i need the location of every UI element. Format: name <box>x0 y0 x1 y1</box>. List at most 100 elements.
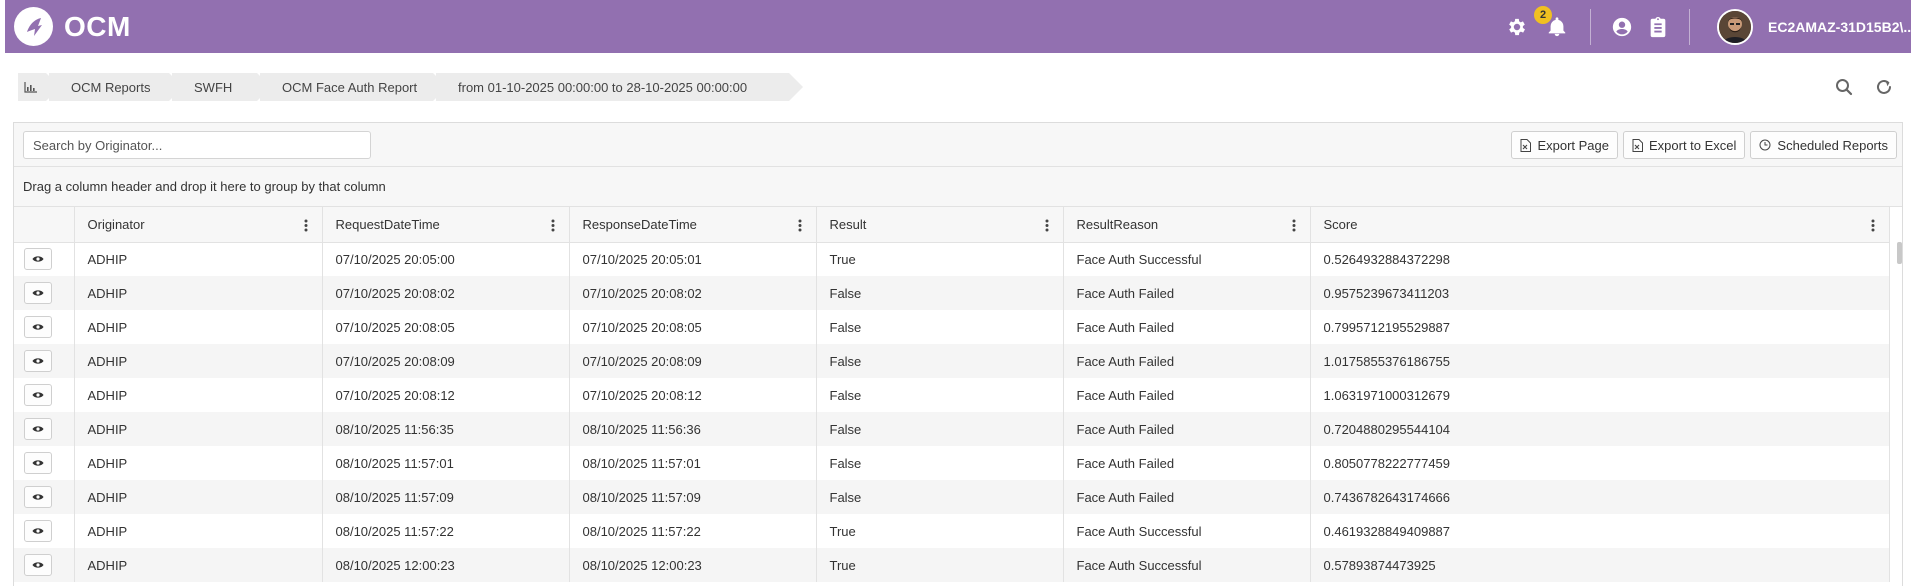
clipboard-icon[interactable] <box>1645 14 1671 40</box>
cell-response-datetime: 08/10/2025 11:57:09 <box>569 480 817 514</box>
view-row-button[interactable] <box>24 316 52 338</box>
user-name[interactable]: EC2AMAZ-31D15B2\... <box>1768 19 1911 35</box>
cell-response-datetime: 07/10/2025 20:08:12 <box>569 378 817 412</box>
column-menu-icon[interactable] <box>300 217 312 233</box>
cell-originator: ADHIP <box>74 344 323 378</box>
column-menu-icon[interactable] <box>1041 217 1053 233</box>
cell-result: False <box>816 310 1064 344</box>
table-row: ADHIP 07/10/2025 20:08:12 07/10/2025 20:… <box>14 378 1890 412</box>
cell-score: 0.9575239673411203 <box>1310 276 1890 310</box>
eye-icon <box>32 426 44 432</box>
column-header-response-datetime[interactable]: ResponseDateTime <box>569 207 817 243</box>
group-drop-zone[interactable]: Drag a column header and drop it here to… <box>14 167 1902 207</box>
breadcrumb-home[interactable] <box>18 73 60 101</box>
column-menu-icon[interactable] <box>1288 217 1300 233</box>
eye-icon <box>32 324 44 330</box>
cell-result: False <box>816 344 1064 378</box>
column-menu-icon[interactable] <box>1867 217 1879 233</box>
cell-request-datetime: 07/10/2025 20:05:00 <box>322 242 570 276</box>
cell-result-reason: Face Auth Failed <box>1063 446 1311 480</box>
breadcrumb-item-ocm-reports[interactable]: OCM Reports <box>49 73 183 101</box>
eye-icon <box>32 494 44 500</box>
breadcrumb-item-swfh[interactable]: SWFH <box>172 73 271 101</box>
cell-result: True <box>816 514 1064 548</box>
vertical-scrollbar[interactable] <box>1897 242 1902 264</box>
cell-result-reason: Face Auth Failed <box>1063 344 1311 378</box>
search-input[interactable] <box>23 131 371 159</box>
scheduled-reports-button[interactable]: Scheduled Reports <box>1750 131 1897 159</box>
data-table: Originator RequestDateTime ResponseDateT… <box>14 207 1890 582</box>
user-circle-icon[interactable] <box>1609 14 1635 40</box>
cell-response-datetime: 07/10/2025 20:08:02 <box>569 276 817 310</box>
cell-request-datetime: 08/10/2025 11:57:22 <box>322 514 570 548</box>
column-header-originator[interactable]: Originator <box>74 207 323 243</box>
cell-result: True <box>816 242 1064 276</box>
divider <box>1689 8 1690 45</box>
view-row-button[interactable] <box>24 418 52 440</box>
table-row: ADHIP 08/10/2025 11:57:22 08/10/2025 11:… <box>14 514 1890 548</box>
avatar[interactable] <box>1717 8 1753 45</box>
view-row-button[interactable] <box>24 282 52 304</box>
column-header-request-datetime[interactable]: RequestDateTime <box>322 207 570 243</box>
cell-originator: ADHIP <box>74 276 323 310</box>
view-row-button[interactable] <box>24 520 52 542</box>
cell-result-reason: Face Auth Failed <box>1063 378 1311 412</box>
logo-icon[interactable] <box>14 7 53 46</box>
cell-result-reason: Face Auth Failed <box>1063 310 1311 344</box>
cell-request-datetime: 08/10/2025 11:56:35 <box>322 412 570 446</box>
table-row: ADHIP 07/10/2025 20:08:02 07/10/2025 20:… <box>14 276 1890 310</box>
eye-icon <box>32 528 44 534</box>
cell-result-reason: Face Auth Successful <box>1063 548 1311 582</box>
cell-score: 0.7204880295544104 <box>1310 412 1890 446</box>
chart-bar-icon <box>24 81 37 93</box>
clock-icon <box>1759 139 1771 151</box>
bell-icon[interactable]: 2 <box>1534 5 1570 40</box>
column-header-score[interactable]: Score <box>1310 207 1890 243</box>
cell-request-datetime: 08/10/2025 12:00:23 <box>322 548 570 582</box>
export-page-button[interactable]: Export Page <box>1511 131 1618 159</box>
breadcrumb-item-report[interactable]: OCM Face Auth Report <box>260 73 447 101</box>
refresh-icon[interactable] <box>1873 76 1895 98</box>
cell-response-datetime: 07/10/2025 20:08:09 <box>569 344 817 378</box>
divider <box>1590 8 1591 45</box>
view-row-button[interactable] <box>24 248 52 271</box>
gear-icon[interactable] <box>1504 14 1530 40</box>
cell-score: 1.0631971000312679 <box>1310 378 1890 412</box>
cell-response-datetime: 07/10/2025 20:05:01 <box>569 242 817 276</box>
cell-response-datetime: 07/10/2025 20:08:05 <box>569 310 817 344</box>
cell-result: False <box>816 276 1064 310</box>
cell-request-datetime: 07/10/2025 20:08:12 <box>322 378 570 412</box>
cell-result: False <box>816 480 1064 514</box>
eye-icon <box>32 290 44 296</box>
cell-result-reason: Face Auth Failed <box>1063 412 1311 446</box>
view-row-button[interactable] <box>24 554 52 576</box>
view-row-button[interactable] <box>24 486 52 508</box>
table-row: ADHIP 07/10/2025 20:05:00 07/10/2025 20:… <box>14 242 1890 276</box>
cell-request-datetime: 08/10/2025 11:57:09 <box>322 480 570 514</box>
view-row-button[interactable] <box>24 350 52 372</box>
cell-score: 0.4619328849409887 <box>1310 514 1890 548</box>
cell-result-reason: Face Auth Failed <box>1063 276 1311 310</box>
cell-result-reason: Face Auth Failed <box>1063 480 1311 514</box>
cell-response-datetime: 08/10/2025 11:57:22 <box>569 514 817 548</box>
view-row-button[interactable] <box>24 384 52 406</box>
cell-request-datetime: 07/10/2025 20:08:02 <box>322 276 570 310</box>
column-header-actions <box>14 207 75 243</box>
eye-icon <box>32 562 44 568</box>
cell-response-datetime: 08/10/2025 11:56:36 <box>569 412 817 446</box>
cell-result-reason: Face Auth Successful <box>1063 514 1311 548</box>
column-header-result-reason[interactable]: ResultReason <box>1063 207 1311 243</box>
column-menu-icon[interactable] <box>547 217 559 233</box>
cell-originator: ADHIP <box>74 480 323 514</box>
column-menu-icon[interactable] <box>794 217 806 233</box>
export-excel-button[interactable]: Export to Excel <box>1622 131 1746 159</box>
app-title: OCM <box>64 10 131 42</box>
cell-result: False <box>816 412 1064 446</box>
cell-originator: ADHIP <box>74 548 323 582</box>
search-icon[interactable] <box>1833 76 1855 98</box>
header-row: Originator RequestDateTime ResponseDateT… <box>14 207 1890 243</box>
table-row: ADHIP 08/10/2025 11:56:35 08/10/2025 11:… <box>14 412 1890 446</box>
cell-originator: ADHIP <box>74 378 323 412</box>
view-row-button[interactable] <box>24 452 52 474</box>
column-header-result[interactable]: Result <box>816 207 1064 243</box>
